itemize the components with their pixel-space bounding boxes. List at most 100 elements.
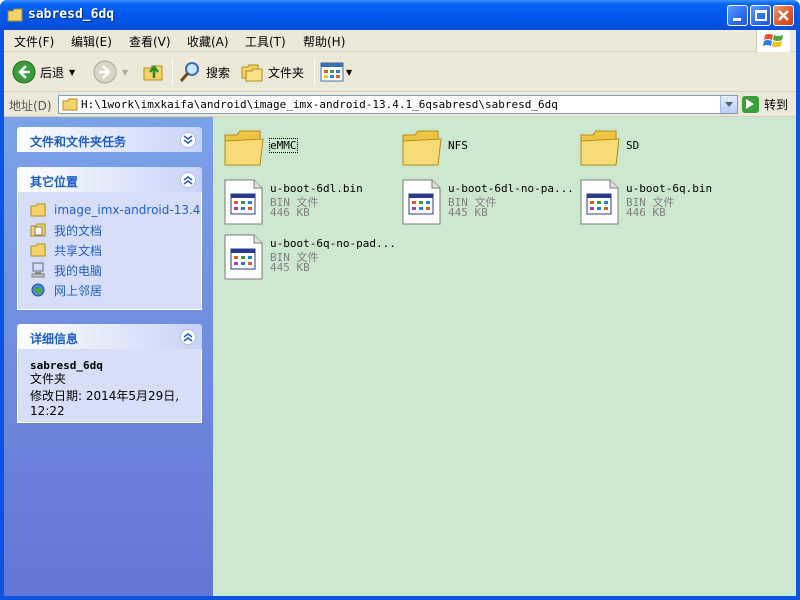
up-button[interactable] — [142, 58, 166, 86]
views-dropdown-icon[interactable]: ▼ — [346, 68, 352, 77]
bin-file-icon — [224, 179, 263, 225]
details-panel: 详细信息 sabresd_6dq 文件夹 修改日期: 2014年5月29日, 1… — [17, 324, 202, 423]
explorer-window: sabresd_6dq 文件(F) 编辑(E) 查看(V) 收藏(A) 工具(T… — [0, 0, 800, 600]
details-panel-header[interactable]: 详细信息 — [17, 324, 202, 349]
places-panel-title: 其它位置 — [30, 175, 79, 189]
back-label: 后退 — [40, 65, 65, 80]
menu-help[interactable]: 帮助(H) — [303, 33, 345, 50]
search-button[interactable]: 搜索 — [178, 58, 230, 86]
collapse-icon[interactable] — [180, 172, 196, 188]
back-button[interactable]: 后退 ▼ — [12, 58, 75, 86]
my-documents-icon — [30, 223, 46, 237]
my-computer-icon — [31, 262, 45, 278]
detail-folder-type: 文件夹 — [30, 372, 67, 386]
menu-bar: 文件(F) 编辑(E) 查看(V) 收藏(A) 工具(T) 帮助(H) — [4, 30, 796, 52]
file-size: 445 KB — [448, 206, 488, 219]
folder-icon — [62, 98, 78, 111]
menu-favorites[interactable]: 收藏(A) — [187, 33, 229, 50]
place-link-my-computer[interactable]: 我的电脑 — [30, 260, 201, 280]
shared-folder-icon — [30, 243, 46, 257]
place-link-my-documents[interactable]: 我的文档 — [30, 220, 201, 240]
forward-button[interactable]: ▼ — [93, 58, 128, 86]
folder-item[interactable]: NFS — [400, 125, 550, 175]
menu-view[interactable]: 查看(V) — [129, 33, 171, 50]
folder-icon — [580, 130, 620, 166]
folder-name: eMMC — [269, 138, 298, 153]
file-size: 445 KB — [270, 261, 310, 274]
back-arrow-icon — [12, 60, 36, 84]
bin-file-icon — [402, 179, 441, 225]
address-path: H:\1work\imxkaifa\android\image_imx-andr… — [81, 98, 558, 111]
windows-flag-icon — [763, 34, 783, 47]
file-item[interactable]: u-boot-6dl.bin BIN 文件 446 KB — [222, 178, 392, 228]
folder-item[interactable]: SD — [578, 125, 728, 175]
bin-file-icon — [580, 179, 619, 225]
places-panel-body: image_imx-android-13.4 我的文档 共享文档 我的电脑 网上… — [17, 192, 202, 310]
folders-button[interactable]: 文件夹 — [240, 58, 304, 86]
collapse-icon[interactable] — [180, 329, 196, 345]
views-icon — [320, 62, 344, 82]
tasks-panel-header[interactable]: 文件和文件夹任务 — [17, 127, 202, 152]
detail-modified-date: 修改日期: 2014年5月29日, — [30, 389, 180, 403]
details-panel-title: 详细信息 — [30, 332, 79, 346]
close-button[interactable] — [773, 5, 794, 26]
forward-dropdown-icon[interactable]: ▼ — [122, 68, 128, 77]
forward-arrow-icon — [93, 60, 117, 84]
places-panel: 其它位置 image_imx-android-13.4 我的文档 共享文档 我的… — [17, 167, 202, 310]
network-places-icon — [31, 283, 45, 297]
toolbar: 后退 ▼ ▼ 搜索 文件夹 ▼ — [4, 52, 796, 92]
folder-up-icon — [143, 64, 163, 81]
file-list-view[interactable]: eMMC NFS SD u-boot-6dl.bin BIN 文件 446 KB… — [213, 117, 796, 596]
address-dropdown-button[interactable] — [720, 96, 737, 113]
place-label: 网上邻居 — [54, 283, 103, 298]
task-pane: 文件和文件夹任务 其它位置 image_imx-android-13.4 我的文… — [4, 117, 213, 596]
tasks-panel-title: 文件和文件夹任务 — [30, 135, 127, 149]
maximize-button[interactable] — [750, 5, 771, 26]
file-size: 446 KB — [270, 206, 310, 219]
file-size: 446 KB — [626, 206, 666, 219]
file-item[interactable]: u-boot-6q.bin BIN 文件 446 KB — [578, 178, 748, 228]
folder-icon — [30, 203, 46, 217]
place-link-shared-documents[interactable]: 共享文档 — [30, 240, 201, 260]
address-input[interactable]: H:\1work\imxkaifa\android\image_imx-andr… — [58, 95, 738, 114]
toolbar-separator — [172, 58, 173, 86]
close-icon — [778, 10, 789, 21]
go-label: 转到 — [764, 98, 789, 112]
expand-icon[interactable] — [180, 132, 196, 148]
place-label: 共享文档 — [54, 243, 103, 258]
menu-tools[interactable]: 工具(T) — [245, 33, 286, 50]
details-panel-body: sabresd_6dq 文件夹 修改日期: 2014年5月29日, 12:22 — [17, 349, 202, 423]
go-button[interactable]: 转到 — [742, 95, 788, 114]
toolbar-separator — [314, 58, 315, 86]
folder-icon — [7, 8, 23, 22]
menu-file[interactable]: 文件(F) — [14, 33, 54, 50]
back-dropdown-icon[interactable]: ▼ — [69, 68, 75, 77]
folder-name: NFS — [448, 139, 468, 152]
place-link-network-places[interactable]: 网上邻居 — [30, 280, 201, 300]
detail-modified-time: 12:22 — [30, 404, 65, 418]
go-arrow-icon — [742, 96, 759, 113]
folders-label: 文件夹 — [268, 65, 305, 80]
places-panel-header[interactable]: 其它位置 — [17, 167, 202, 192]
tasks-panel: 文件和文件夹任务 — [17, 127, 202, 152]
minimize-button[interactable] — [727, 5, 748, 26]
place-link-parent-folder[interactable]: image_imx-android-13.4 — [30, 200, 201, 220]
views-button[interactable]: ▼ — [320, 58, 352, 86]
folders-icon — [241, 64, 263, 82]
address-label: 地址(D) — [9, 99, 52, 113]
folder-icon — [224, 130, 264, 166]
search-icon — [179, 62, 199, 82]
detail-folder-name: sabresd_6dq — [30, 359, 103, 372]
folder-name: SD — [626, 139, 640, 152]
file-item[interactable]: u-boot-6q-no-pad... BIN 文件 445 KB — [222, 233, 396, 283]
window-title: sabresd_6dq — [28, 7, 115, 22]
menu-edit[interactable]: 编辑(E) — [71, 33, 112, 50]
place-label: 我的电脑 — [54, 263, 103, 278]
title-bar[interactable]: sabresd_6dq — [0, 0, 800, 30]
address-bar: 地址(D) H:\1work\imxkaifa\android\image_im… — [4, 92, 796, 117]
window-bottom-border — [0, 596, 800, 600]
file-item[interactable]: u-boot-6dl-no-pa... BIN 文件 445 KB — [400, 178, 574, 228]
folder-item[interactable]: eMMC — [222, 125, 372, 175]
place-label: image_imx-android-13.4 — [54, 203, 201, 217]
place-label: 我的文档 — [54, 223, 103, 238]
